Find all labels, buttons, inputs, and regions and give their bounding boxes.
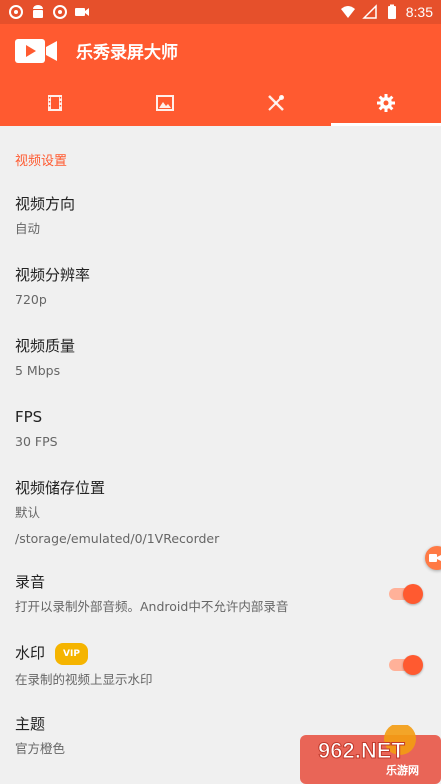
setting-video-resolution[interactable]: 视频分辨率 720p	[15, 265, 425, 309]
floating-record-button[interactable]	[425, 546, 441, 570]
toggle-knob	[403, 584, 423, 604]
watermark-text: 962.NET	[318, 738, 406, 764]
tab-tools[interactable]	[221, 80, 331, 126]
gear-icon	[376, 94, 395, 112]
video-camera-icon	[429, 554, 441, 562]
setting-title: 视频分辨率	[15, 266, 91, 284]
status-bar: 8:35	[0, 0, 441, 24]
setting-value: 5 Mbps	[15, 363, 61, 378]
wifi-icon	[340, 6, 355, 18]
setting-title: 视频方向	[15, 195, 76, 213]
video-camera-icon	[15, 39, 57, 63]
setting-title: 视频储存位置	[15, 479, 106, 497]
setting-value: 720p	[15, 292, 47, 307]
tab-settings[interactable]	[330, 80, 441, 126]
setting-video-quality[interactable]: 视频质量 5 Mbps	[15, 336, 425, 380]
vip-badge: VIP	[55, 643, 88, 665]
video-camera-icon	[75, 8, 89, 16]
setting-title-row: 水印 VIP	[15, 643, 385, 665]
image-icon	[156, 95, 175, 111]
setting-title: 录音	[15, 573, 46, 591]
battery-icon	[387, 4, 396, 19]
settings-list: 视频设置 视频方向 自动 视频分辨率 720p 视频质量 5 Mbps FPS …	[0, 126, 441, 784]
toggle-knob	[403, 655, 423, 675]
tab-images[interactable]	[110, 80, 220, 126]
film-icon	[48, 95, 63, 111]
status-time: 8:35	[405, 4, 433, 20]
watermark-toggle[interactable]	[389, 655, 423, 675]
signal-icon	[361, 4, 377, 19]
app-bar: 乐秀录屏大师	[0, 24, 441, 126]
tools-icon	[267, 95, 284, 111]
storage-path: /storage/emulated/0/1VRecorder	[15, 531, 220, 546]
setting-value: 默认	[15, 505, 41, 520]
setting-title: FPS	[15, 408, 43, 426]
setting-title: 视频质量	[15, 337, 76, 355]
android-icon	[33, 5, 43, 18]
tab-bar	[0, 80, 441, 126]
sync-icon	[9, 5, 23, 19]
setting-video-orientation[interactable]: 视频方向 自动	[15, 194, 425, 238]
setting-description: 打开以录制外部音频。Android中不允许内部录音	[15, 599, 289, 614]
setting-storage-location[interactable]: 视频储存位置 默认 /storage/emulated/0/1VRecorder	[15, 478, 425, 548]
setting-value: 自动	[15, 221, 41, 236]
setting-watermark[interactable]: 水印 VIP 在录制的视频上显示水印	[15, 643, 385, 689]
sync-icon	[53, 5, 67, 19]
setting-title: 水印	[15, 644, 46, 662]
record-audio-toggle[interactable]	[389, 584, 423, 604]
app-title: 乐秀录屏大师	[76, 43, 178, 63]
section-title: 视频设置	[15, 154, 68, 169]
watermark-subtext: 乐游网	[386, 764, 419, 777]
setting-value: 30 FPS	[15, 434, 58, 449]
setting-fps[interactable]: FPS 30 FPS	[15, 407, 425, 451]
tab-videos[interactable]	[0, 80, 110, 126]
setting-record-audio[interactable]: 录音 打开以录制外部音频。Android中不允许内部录音	[15, 572, 385, 616]
setting-description: 在录制的视频上显示水印	[15, 672, 153, 687]
